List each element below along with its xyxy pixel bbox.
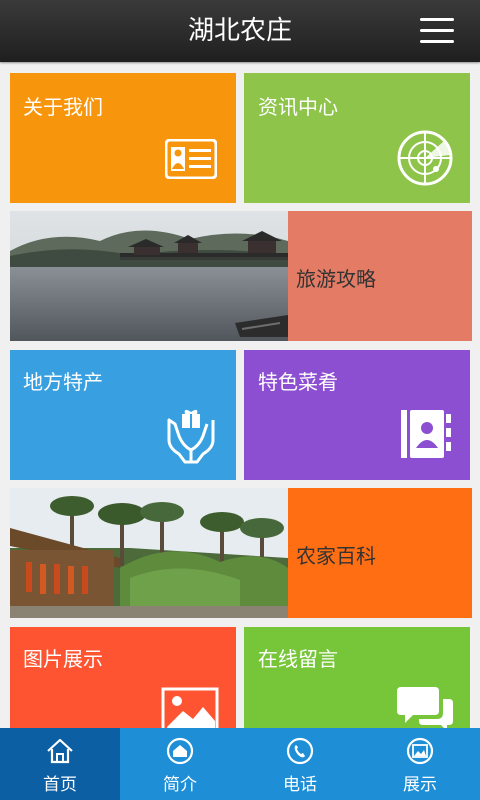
gift-hands-icon	[167, 409, 215, 464]
tab-home[interactable]: 首页	[0, 728, 120, 800]
tile-label: 图片展示	[23, 647, 103, 671]
lake-pavilion-photo	[10, 211, 288, 341]
tab-showcase[interactable]: 展示	[360, 728, 480, 800]
tile-signature-dishes[interactable]: 特色菜肴	[244, 350, 470, 480]
farmhouse-palms-photo	[10, 488, 288, 618]
tile-local-specialty[interactable]: 地方特产	[10, 350, 236, 480]
radar-icon	[397, 130, 453, 186]
menu-icon[interactable]	[420, 18, 454, 44]
tab-label: 首页	[43, 775, 77, 795]
home-icon	[47, 738, 73, 764]
tile-label: 资讯中心	[258, 95, 338, 119]
tab-intro[interactable]: 简介	[120, 728, 240, 800]
tab-label: 简介	[163, 775, 197, 795]
app-title: 湖北农庄	[187, 16, 292, 46]
tile-online-message[interactable]: 在线留言	[244, 627, 470, 728]
tile-news-center[interactable]: 资讯中心	[244, 73, 470, 203]
contact-card-icon	[165, 139, 217, 179]
top-bar: 湖北农庄	[0, 0, 480, 62]
tile-about-us[interactable]: 关于我们	[10, 73, 236, 203]
phone-icon	[286, 737, 314, 765]
tile-label: 特色菜肴	[258, 370, 338, 394]
tile-photo-gallery[interactable]: 图片展示	[10, 627, 236, 728]
tile-label: 地方特产	[23, 370, 103, 394]
banner-label: 农家百科	[296, 544, 376, 568]
tab-label: 展示	[403, 775, 437, 795]
image-icon	[161, 687, 219, 728]
gallery-icon	[406, 737, 434, 765]
banner-panel: 农家百科	[288, 488, 472, 618]
banner-label: 旅游攻略	[296, 267, 376, 291]
banner-farm-encyclopedia[interactable]: 农家百科	[10, 488, 472, 618]
tab-label: 电话	[283, 775, 317, 795]
address-book-icon	[401, 410, 451, 458]
tile-label: 在线留言	[258, 647, 338, 671]
chat-bubbles-icon	[397, 687, 453, 728]
banner-travel-guide[interactable]: 旅游攻略	[10, 211, 472, 341]
info-home-icon	[166, 737, 194, 765]
banner-panel: 旅游攻略	[288, 211, 472, 341]
tab-phone[interactable]: 电话	[240, 728, 360, 800]
bottom-tab-bar: 首页 简介 电话 展示	[0, 728, 480, 800]
tile-label: 关于我们	[23, 95, 103, 119]
